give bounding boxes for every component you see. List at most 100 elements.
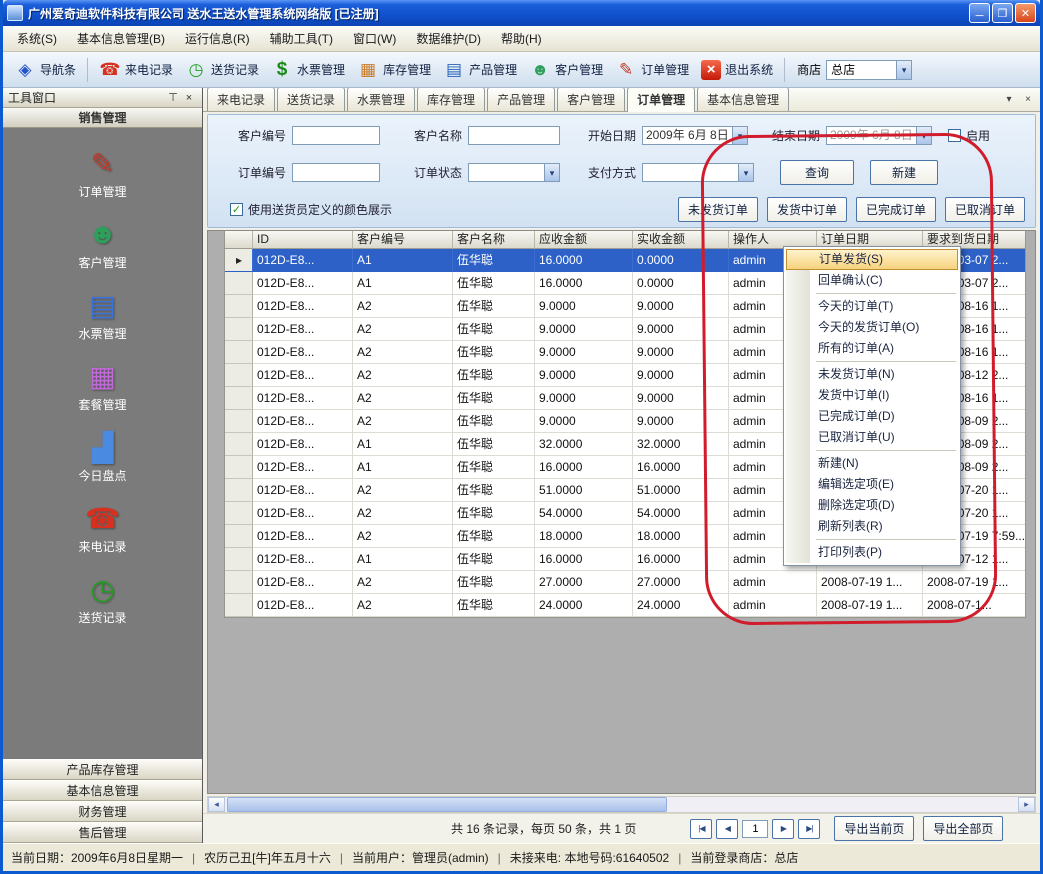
toolbar-button-delivery-log[interactable]: 送货记录 — [180, 56, 264, 84]
menu-item[interactable]: 窗口(W) — [343, 26, 406, 51]
chevron-down-icon[interactable] — [916, 127, 931, 144]
row-header-cell[interactable] — [225, 502, 253, 525]
toolbar-button-call-log[interactable]: 来电记录 — [94, 56, 178, 84]
table-row[interactable]: 012D-E8... A2 伍华聪 24.0000 24.0000 admin … — [225, 594, 1025, 617]
row-header-cell[interactable] — [225, 456, 253, 479]
close-button[interactable] — [1015, 3, 1036, 23]
tab[interactable]: 水票管理 — [347, 88, 415, 111]
restore-button[interactable] — [992, 3, 1013, 23]
sidebar-item-call-log[interactable]: 来电记录 — [3, 497, 202, 559]
horizontal-scrollbar[interactable]: ◂ ▸ — [207, 796, 1036, 813]
context-menu-item[interactable]: 回单确认(C) — [786, 270, 958, 291]
first-page-button[interactable] — [690, 819, 712, 839]
pin-icon[interactable]: ⊤ — [165, 90, 181, 105]
toolbar-button-customer[interactable]: 客户管理 — [524, 56, 608, 84]
row-header-cell[interactable] — [225, 249, 253, 272]
row-header-cell[interactable] — [225, 387, 253, 410]
pay-method-select[interactable] — [642, 163, 754, 182]
toolbar-button-product[interactable]: 产品管理 — [438, 56, 522, 84]
context-menu-item[interactable]: 新建(N) — [786, 453, 958, 474]
row-header-cell[interactable] — [225, 479, 253, 502]
sidebar-item-package[interactable]: 套餐管理 — [3, 355, 202, 417]
column-header-receivable[interactable]: 应收金额 — [535, 231, 633, 249]
page-input[interactable] — [742, 820, 768, 838]
row-header-cell[interactable] — [225, 364, 253, 387]
sidebar-item-stocktake[interactable]: 今日盘点 — [3, 426, 202, 488]
toolbar-button-order[interactable]: 订单管理 — [610, 56, 694, 84]
context-menu-item[interactable]: 订单发货(S) — [786, 249, 958, 270]
chevron-down-icon[interactable] — [896, 61, 911, 79]
color-checkbox[interactable] — [230, 203, 243, 216]
order-status-filter-button[interactable]: 发货中订单 — [767, 197, 847, 222]
customer-no-input[interactable] — [292, 126, 380, 145]
sidebar-group-button[interactable]: 产品库存管理 — [3, 759, 202, 780]
tab-scroll-icon[interactable]: ▾ — [1001, 92, 1017, 107]
sidebar-section-sales[interactable]: 销售管理 — [3, 108, 202, 128]
query-button[interactable]: 查询 — [780, 160, 854, 185]
tab[interactable]: 订单管理 — [627, 88, 695, 112]
row-header-cell[interactable] — [225, 571, 253, 594]
scroll-right-icon[interactable]: ▸ — [1018, 797, 1035, 812]
menu-item[interactable]: 系统(S) — [7, 26, 67, 51]
end-date-picker[interactable]: 2009年 6月 8日 — [826, 126, 932, 145]
order-status-filter-button[interactable]: 已取消订单 — [945, 197, 1025, 222]
row-header-cell[interactable] — [225, 341, 253, 364]
color-checkbox-group[interactable]: 使用送货员定义的颜色展示 — [230, 201, 392, 218]
row-header-cell[interactable] — [225, 525, 253, 548]
context-menu-item[interactable]: 发货中订单(I) — [786, 385, 958, 406]
tab-close-icon[interactable]: × — [1020, 92, 1036, 107]
export-current-page-button[interactable]: 导出当前页 — [834, 816, 914, 841]
column-header-received[interactable]: 实收金额 — [633, 231, 729, 249]
row-header-cell[interactable] — [225, 433, 253, 456]
toolbar-button-exit[interactable]: 退出系统 — [696, 57, 778, 83]
scroll-left-icon[interactable]: ◂ — [208, 797, 225, 812]
context-menu-item[interactable]: 已取消订单(U) — [786, 427, 958, 448]
row-header-cell[interactable] — [225, 295, 253, 318]
order-status-filter-button[interactable]: 已完成订单 — [856, 197, 936, 222]
context-menu-item[interactable]: 今天的发货订单(O) — [786, 317, 958, 338]
toolbar-button-nav[interactable]: 导航条 — [9, 56, 81, 84]
chevron-down-icon[interactable] — [732, 127, 747, 144]
column-header-customer-name[interactable]: 客户名称 — [453, 231, 535, 249]
context-menu-item[interactable]: 未发货订单(N) — [786, 364, 958, 385]
column-header-customer-no[interactable]: 客户编号 — [353, 231, 453, 249]
scrollbar-thumb[interactable] — [227, 797, 667, 812]
customer-name-input[interactable] — [468, 126, 560, 145]
tab[interactable]: 产品管理 — [487, 88, 555, 111]
sidebar-item-ticket[interactable]: 水票管理 — [3, 284, 202, 346]
sidebar-item-customer[interactable]: 客户管理 — [3, 213, 202, 275]
context-menu-item[interactable]: 所有的订单(A) — [786, 338, 958, 359]
chevron-down-icon[interactable] — [738, 164, 753, 181]
minimize-button[interactable] — [969, 3, 990, 23]
menu-item[interactable]: 辅助工具(T) — [260, 26, 343, 51]
sidebar-group-button[interactable]: 财务管理 — [3, 801, 202, 822]
row-header-cell[interactable] — [225, 594, 253, 617]
sidebar-item-order[interactable]: 订单管理 — [3, 142, 202, 204]
table-row[interactable]: 012D-E8... A2 伍华聪 27.0000 27.0000 admin … — [225, 571, 1025, 594]
context-menu-item[interactable]: 刷新列表(R) — [786, 516, 958, 537]
last-page-button[interactable] — [798, 819, 820, 839]
start-date-picker[interactable]: 2009年 6月 8日 — [642, 126, 748, 145]
menu-item[interactable]: 运行信息(R) — [175, 26, 260, 51]
context-menu-item[interactable]: 删除选定项(D) — [786, 495, 958, 516]
context-menu-item[interactable]: 编辑选定项(E) — [786, 474, 958, 495]
sidebar-group-button[interactable]: 基本信息管理 — [3, 780, 202, 801]
row-header-cell[interactable] — [225, 318, 253, 341]
order-status-select[interactable] — [468, 163, 560, 182]
context-menu-item[interactable]: 已完成订单(D) — [786, 406, 958, 427]
menu-item[interactable]: 帮助(H) — [491, 26, 552, 51]
new-button[interactable]: 新建 — [870, 160, 938, 185]
context-menu-item[interactable]: 打印列表(P) — [786, 542, 958, 563]
tab[interactable]: 客户管理 — [557, 88, 625, 111]
sidebar-group-button[interactable]: 售后管理 — [3, 822, 202, 843]
toolbar-button-inventory[interactable]: 库存管理 — [352, 56, 436, 84]
row-header-cell[interactable] — [225, 272, 253, 295]
enable-checkbox[interactable] — [948, 129, 961, 142]
sidebar-item-delivery-log[interactable]: 送货记录 — [3, 568, 202, 630]
menu-item[interactable]: 数据维护(D) — [406, 26, 491, 51]
column-header-id[interactable]: ID — [253, 231, 353, 249]
enable-checkbox-group[interactable]: 启用 — [948, 127, 990, 144]
table-corner-cell[interactable] — [225, 231, 253, 249]
store-select[interactable]: 总店 — [826, 60, 912, 80]
row-header-cell[interactable] — [225, 548, 253, 571]
